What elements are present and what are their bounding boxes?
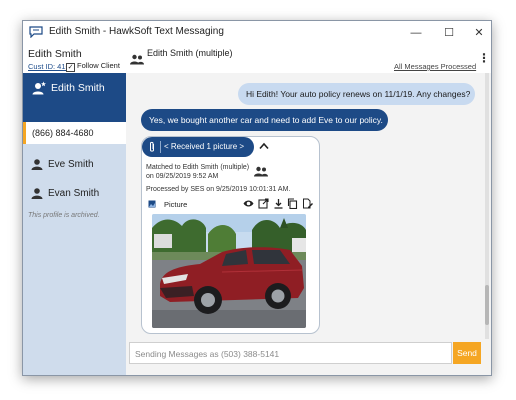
person-star-icon xyxy=(32,81,46,95)
all-messages-processed-link[interactable]: All Messages Processed xyxy=(394,62,476,71)
follow-client-label: Follow Client xyxy=(77,61,120,70)
cust-id-link[interactable]: Cust ID: 416 xyxy=(28,62,70,71)
download-icon[interactable] xyxy=(273,198,284,209)
conversation-header: Edith Smith (multiple) All Messages Proc… xyxy=(126,45,491,74)
matched-date: on 09/25/2019 9:52 AM xyxy=(146,173,219,180)
edit-document-icon[interactable] xyxy=(302,198,313,209)
paperclip-icon xyxy=(150,141,154,152)
composer-bar: Sending Messages as (503) 388-5141 Send xyxy=(126,339,491,375)
group-icon xyxy=(254,166,268,177)
pill-divider xyxy=(160,141,161,153)
send-button[interactable]: Send xyxy=(453,342,481,364)
processed-text: Processed by SES on 9/25/2019 10:01:31 A… xyxy=(146,186,291,193)
message-input[interactable]: Sending Messages as (503) 388-5141 xyxy=(129,342,452,364)
chat-bubble-icon xyxy=(29,26,43,38)
copy-icon[interactable] xyxy=(287,198,298,209)
received-picture-label: < Received 1 picture > xyxy=(164,142,245,151)
phone-number: (866) 884-4680 xyxy=(32,128,94,138)
client-header: Edith Smith Cust ID: 416 ✓ Follow Client xyxy=(23,45,126,73)
close-button[interactable]: ✕ xyxy=(466,23,491,43)
sent-message: Hi Edith! Your auto policy renews on 11/… xyxy=(238,83,475,105)
selected-indicator xyxy=(23,122,26,144)
title-bar: Edith Smith - HawkSoft Text Messaging — … xyxy=(23,21,491,46)
image-file-icon xyxy=(148,200,156,208)
car-photo-image xyxy=(152,214,306,328)
window-title: Edith Smith - HawkSoft Text Messaging xyxy=(49,26,224,37)
open-external-icon[interactable] xyxy=(258,198,269,209)
person-icon xyxy=(31,188,43,199)
car-photo[interactable] xyxy=(152,214,306,328)
contacts-sidebar: Edith Smith Cust ID: 416 ✓ Follow Client … xyxy=(23,45,127,375)
person-icon xyxy=(31,159,43,170)
conversation-title: Edith Smith (multiple) xyxy=(147,48,233,58)
app-window: Edith Smith - HawkSoft Text Messaging — … xyxy=(22,20,492,376)
message-thread: Hi Edith! Your auto policy renews on 11/… xyxy=(126,73,491,339)
received-picture-card: < Received 1 picture > Matched to Edith … xyxy=(141,136,320,334)
received-message: Yes, we bought another car and need to a… xyxy=(141,109,388,131)
attachment-label: Picture xyxy=(164,200,188,209)
contact-item-edith-smith[interactable]: Edith Smith xyxy=(23,73,126,122)
checkbox-checked-icon[interactable]: ✓ xyxy=(66,63,75,72)
scrollbar-thumb[interactable] xyxy=(485,285,489,325)
attachment-row: Picture xyxy=(146,198,316,212)
archived-note: This profile is archived. xyxy=(28,212,100,219)
more-options-icon[interactable]: ⋮ xyxy=(478,52,490,64)
message-text: Yes, we bought another car and need to a… xyxy=(149,115,383,125)
contact-item-evan-smith[interactable]: Evan Smith xyxy=(23,180,126,208)
follow-client-checkbox[interactable]: ✓ Follow Client xyxy=(66,61,120,72)
group-icon xyxy=(130,54,144,65)
eye-icon[interactable] xyxy=(243,198,254,209)
contact-name: Eve Smith xyxy=(48,159,94,170)
minimize-button[interactable]: — xyxy=(403,23,429,43)
chevron-up-icon[interactable] xyxy=(259,142,269,150)
contact-name: Edith Smith xyxy=(51,82,105,94)
maximize-button[interactable]: ☐ xyxy=(436,23,462,43)
client-name: Edith Smith xyxy=(28,48,82,60)
received-picture-pill[interactable]: < Received 1 picture > xyxy=(142,137,254,157)
contact-item-eve-smith[interactable]: Eve Smith xyxy=(23,151,126,179)
contact-name: Evan Smith xyxy=(48,188,100,199)
phone-number-item[interactable]: (866) 884-4680 xyxy=(23,122,126,144)
matched-text: Matched to Edith Smith (multiple) xyxy=(146,164,250,171)
message-text: Hi Edith! Your auto policy renews on 11/… xyxy=(246,89,471,99)
message-scrollbar[interactable] xyxy=(485,73,489,339)
